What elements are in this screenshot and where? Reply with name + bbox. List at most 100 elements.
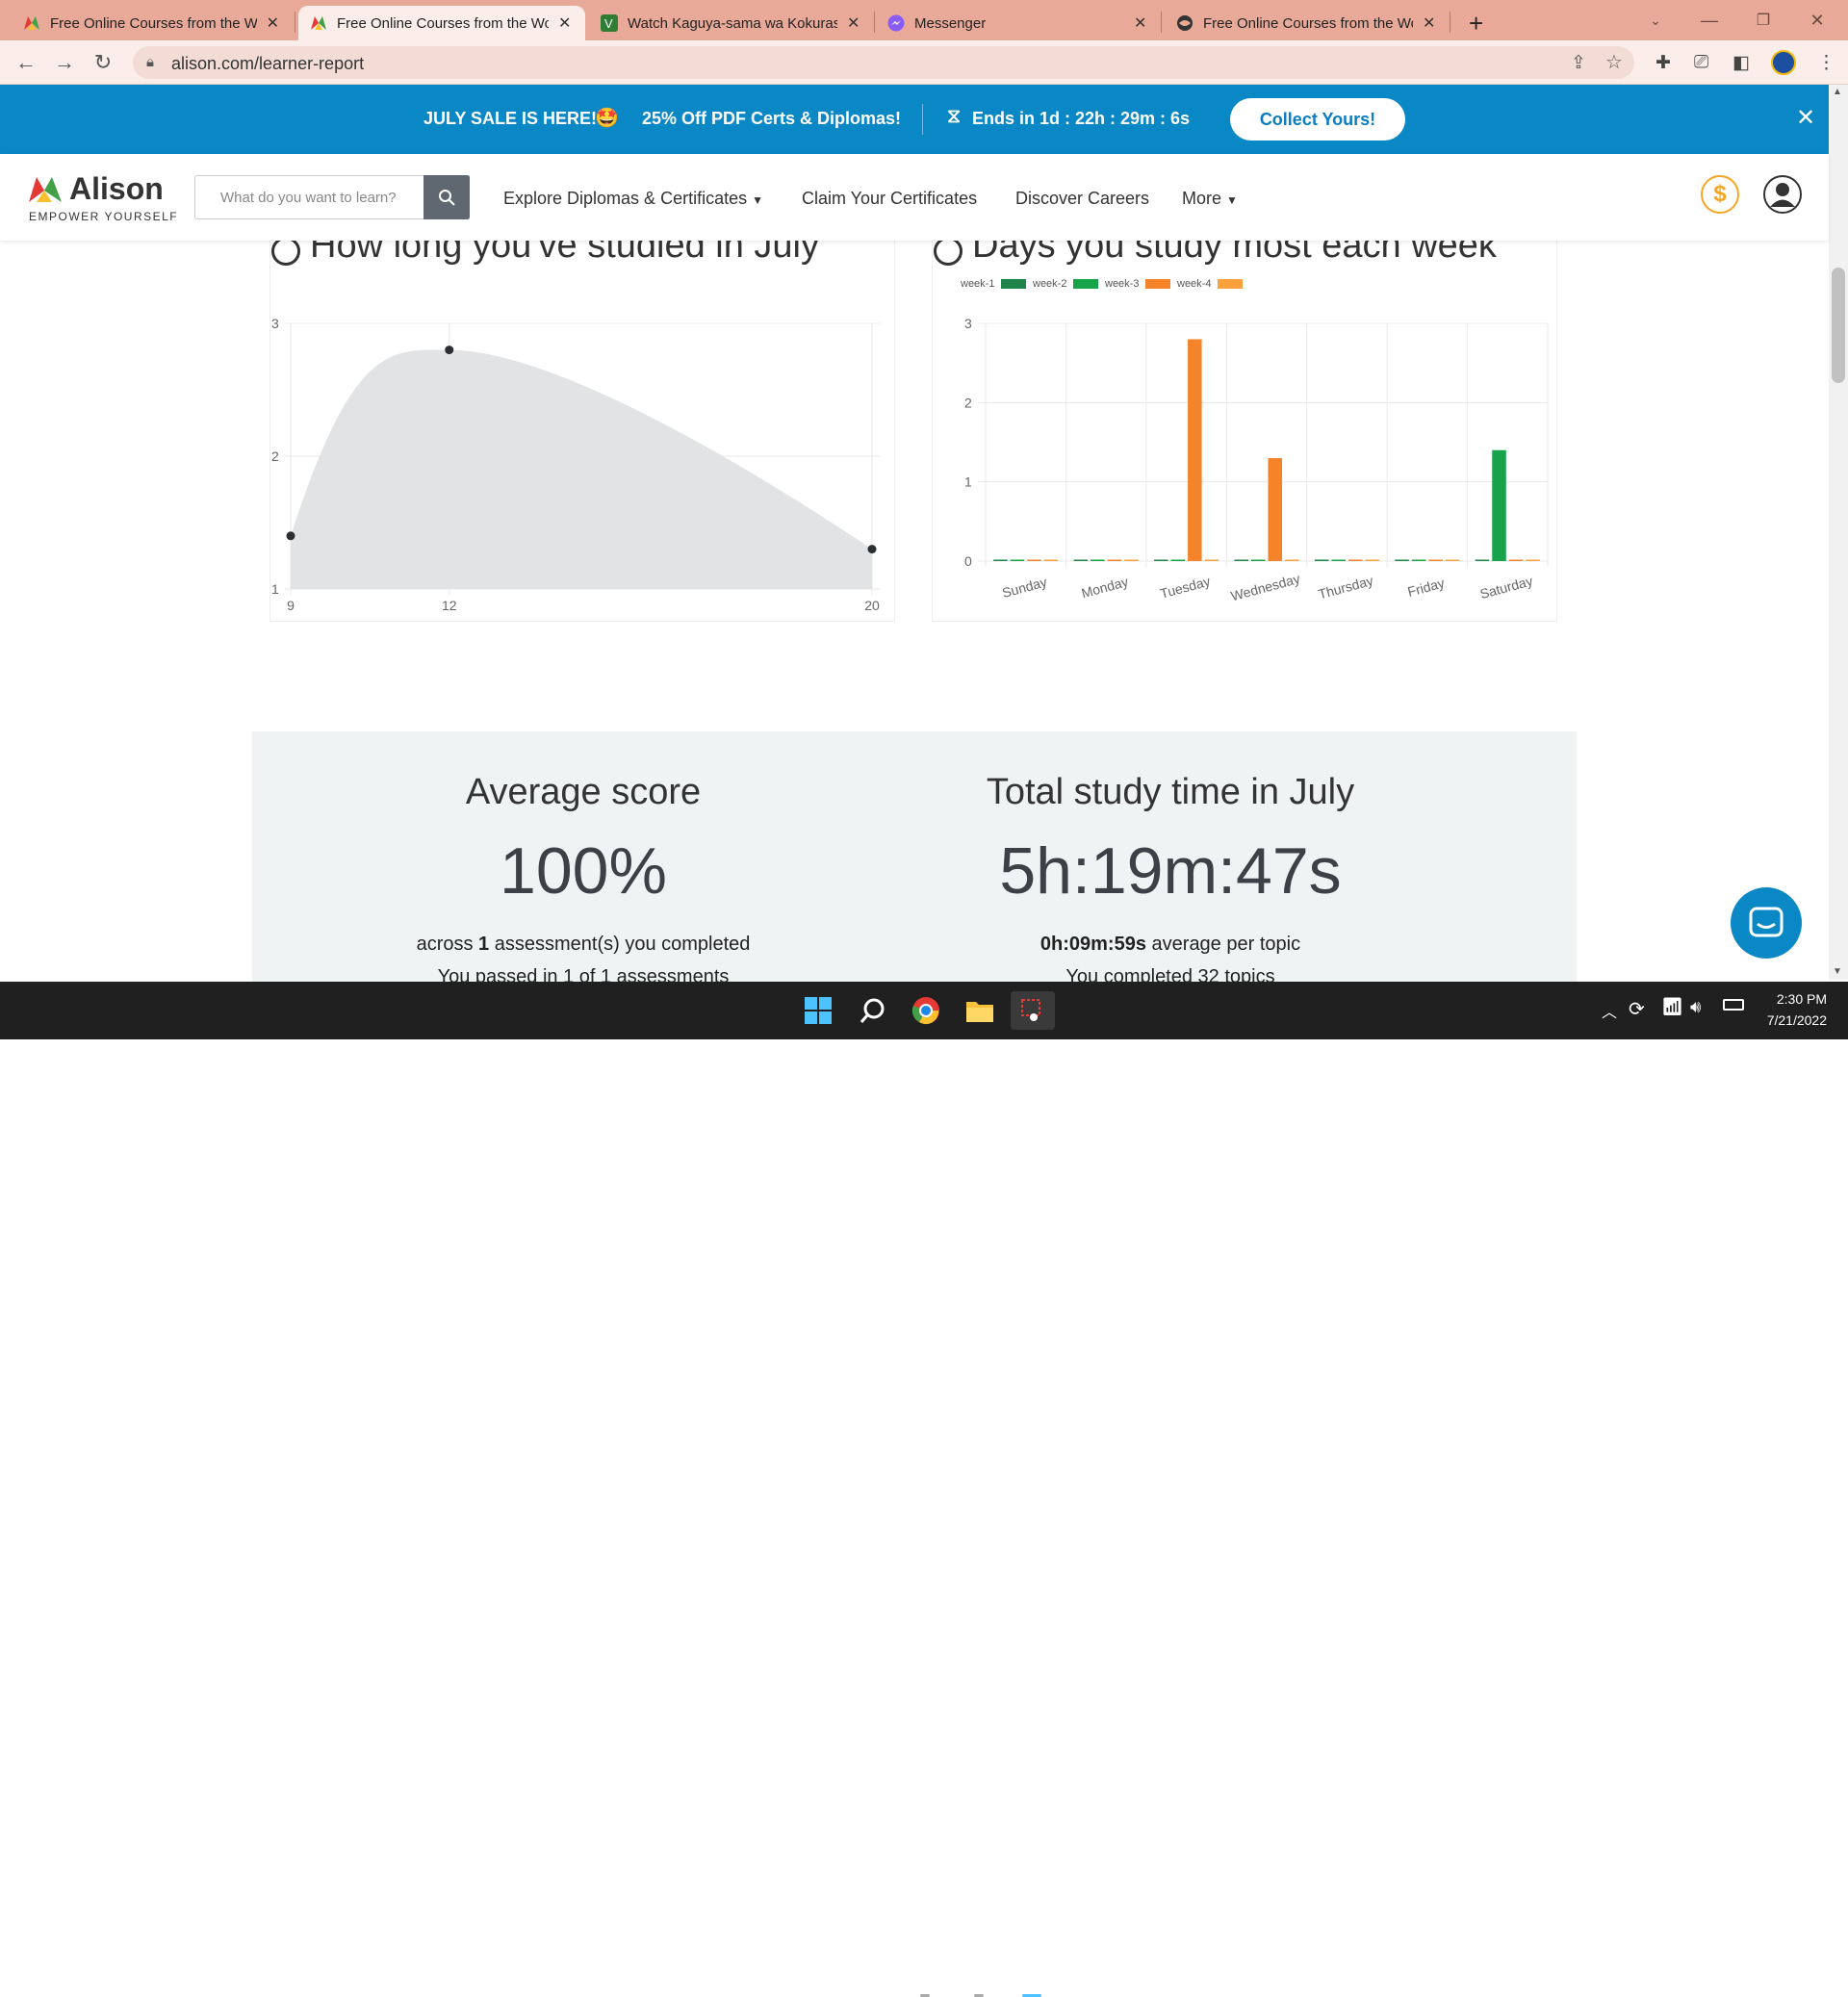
browser-tab[interactable]: Free Online Courses from the Wo ✕ xyxy=(12,6,291,40)
show-hidden-icons-icon[interactable]: ︿ xyxy=(1602,999,1617,1022)
close-window-icon[interactable]: ✕ xyxy=(1790,0,1844,40)
messenger-favicon-icon xyxy=(887,14,905,32)
total-time-value: 5h:19m:47s xyxy=(999,834,1342,908)
wifi-icon[interactable]: 📶︎ xyxy=(1661,997,1683,1017)
data-point xyxy=(867,545,877,554)
search-button[interactable] xyxy=(424,175,470,219)
forward-icon[interactable]: → xyxy=(50,48,79,77)
tab-title: Messenger xyxy=(914,14,987,32)
new-tab-button[interactable]: + xyxy=(1457,6,1495,40)
legend-label: week-4 xyxy=(1176,278,1211,290)
coin-dollar-icon[interactable]: $ xyxy=(1701,175,1739,214)
close-banner-icon[interactable]: ✕ xyxy=(1796,104,1815,132)
nav-label: Explore Diplomas & Certificates xyxy=(503,189,748,208)
volume-icon[interactable]: 🔊︎ xyxy=(1690,997,1701,1017)
bar xyxy=(1043,559,1059,561)
tab-title: Free Online Courses from the Wo xyxy=(337,14,549,32)
bar xyxy=(1285,559,1299,561)
legend-swatch xyxy=(1073,279,1098,289)
x-tick-label: Friday xyxy=(1406,575,1447,600)
average-score-subtitle: across 1 assessment(s) you completed xyxy=(295,934,872,956)
close-tab-icon[interactable]: ✕ xyxy=(847,13,860,33)
bar xyxy=(1107,559,1122,561)
clock-date[interactable]: 7/21/2022 xyxy=(1750,1012,1827,1028)
back-icon[interactable]: ← xyxy=(12,48,40,77)
nav-explore-diplomas[interactable]: Explore Diplomas & Certificates ▼ xyxy=(503,189,763,209)
average-score-title: Average score xyxy=(465,772,702,812)
snipping-tool-icon[interactable] xyxy=(1011,991,1055,1030)
cast-icon[interactable]: ⎚ xyxy=(1694,52,1708,73)
side-panel-icon[interactable]: ◧ xyxy=(1732,52,1750,74)
user-account-icon[interactable] xyxy=(1763,175,1802,214)
bar xyxy=(1268,457,1283,561)
share-icon[interactable]: ⇪ xyxy=(1571,52,1586,74)
alison-favicon-icon xyxy=(310,14,327,32)
bookmark-star-icon[interactable]: ☆ xyxy=(1605,50,1623,74)
tab-strip: Free Online Courses from the Wo ✕ Free O… xyxy=(0,0,1848,40)
logo-tagline: EMPOWER YOURSELF xyxy=(29,210,179,223)
bar xyxy=(1365,559,1379,561)
bar xyxy=(1475,559,1490,561)
bar xyxy=(1445,559,1460,561)
bar xyxy=(1428,559,1443,561)
clock-time[interactable]: 2:30 PM xyxy=(1769,991,1827,1007)
vertical-scrollbar[interactable] xyxy=(1829,85,1848,980)
search-placeholder: What do you want to learn? xyxy=(220,190,397,206)
chrome-icon[interactable] xyxy=(909,993,943,1028)
y-tick-label: 3 xyxy=(964,316,972,331)
y-tick-label: 2 xyxy=(964,395,972,410)
close-tab-icon[interactable]: ✕ xyxy=(267,13,279,33)
browser-tab[interactable]: Free Online Courses from the Wo ✕ xyxy=(1165,6,1450,40)
reload-icon[interactable]: ↻ xyxy=(89,48,117,77)
profile-avatar-icon[interactable] xyxy=(1771,50,1796,75)
x-tick-label: 9 xyxy=(287,598,295,613)
windows-start-icon[interactable] xyxy=(801,993,835,1028)
close-tab-icon[interactable]: ✕ xyxy=(558,13,571,33)
minimize-icon[interactable]: — xyxy=(1682,0,1736,40)
promo-sale: JULY SALE IS HERE! xyxy=(424,109,598,128)
stats-panel: Average score 100% across 1 assessment(s… xyxy=(252,731,1577,987)
restore-icon[interactable]: ❐ xyxy=(1736,0,1790,40)
menu-kebab-icon[interactable]: ⋮ xyxy=(1817,52,1835,74)
scrollbar-thumb[interactable] xyxy=(1832,268,1845,383)
sync-icon[interactable]: ⟳ xyxy=(1629,997,1645,1021)
legend-label: week-1 xyxy=(960,278,994,290)
chat-launcher-button[interactable] xyxy=(1731,887,1802,959)
browser-toolbar: ← → ↻ 🔒︎ alison.com/learner-report ⇪ ☆ ✚… xyxy=(0,40,1848,85)
collect-yours-button[interactable]: Collect Yours! xyxy=(1230,98,1405,141)
address-bar[interactable]: 🔒︎ alison.com/learner-report ⇪ ☆ xyxy=(133,46,1634,79)
extensions-icon[interactable]: ✚ xyxy=(1656,52,1671,74)
lock-icon[interactable]: 🔒︎ xyxy=(146,54,154,70)
average-score-value: 100% xyxy=(500,834,667,908)
chat-icon xyxy=(1749,907,1784,937)
search-icon[interactable] xyxy=(855,993,889,1028)
scroll-down-icon[interactable]: ▼ xyxy=(1833,966,1842,977)
browser-tab[interactable]: V Watch Kaguya-sama wa Kokurase ✕ xyxy=(589,6,874,40)
legend-swatch xyxy=(1001,279,1026,289)
close-tab-icon[interactable]: ✕ xyxy=(1134,13,1146,33)
bar xyxy=(1395,559,1409,561)
nav-more[interactable]: More ▼ xyxy=(1182,189,1238,209)
legend-label: week-2 xyxy=(1032,278,1066,290)
nav-claim-certificates[interactable]: Claim Your Certificates xyxy=(802,189,977,209)
y-tick-label: 3 xyxy=(271,316,279,331)
scroll-up-icon[interactable]: ▲ xyxy=(1833,87,1842,97)
y-tick-label: 1 xyxy=(271,581,279,597)
browser-tab-active[interactable]: Free Online Courses from the Wo ✕ xyxy=(298,6,585,40)
x-tick-label: Monday xyxy=(1080,574,1130,601)
file-explorer-icon[interactable] xyxy=(962,993,997,1028)
legend-swatch xyxy=(1145,279,1170,289)
close-tab-icon[interactable]: ✕ xyxy=(1423,13,1435,33)
tab-search-icon[interactable]: ⌄ xyxy=(1629,0,1682,40)
battery-icon[interactable] xyxy=(1723,999,1744,1011)
total-time-title: Total study time in July xyxy=(986,772,1355,812)
bar xyxy=(1154,559,1168,561)
bar xyxy=(1170,559,1186,561)
bar xyxy=(1188,339,1202,561)
url-text: alison.com/learner-report xyxy=(171,54,365,73)
bar xyxy=(1492,449,1506,561)
area-fill xyxy=(291,349,872,589)
nav-discover-careers[interactable]: Discover Careers xyxy=(1015,189,1149,209)
tab-title: Watch Kaguya-sama wa Kokurase xyxy=(628,14,837,32)
browser-tab[interactable]: Messenger ✕ xyxy=(876,6,1161,40)
